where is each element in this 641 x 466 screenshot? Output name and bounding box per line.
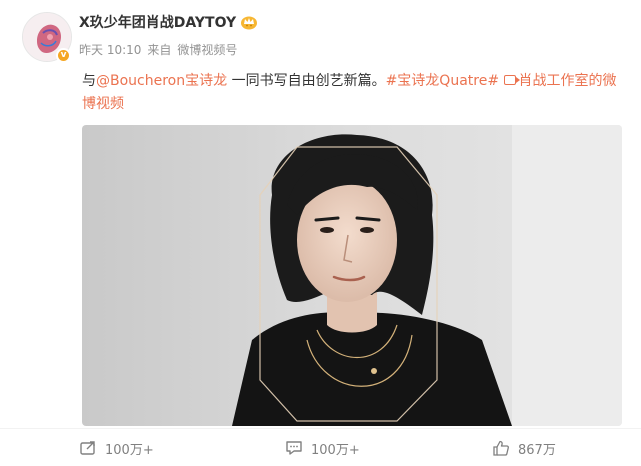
video-thumbnail-image — [82, 125, 622, 426]
avatar-container[interactable]: v — [22, 12, 72, 63]
actions-divider — [0, 428, 641, 429]
like-count: 867万 — [518, 442, 556, 458]
repost-button[interactable]: 100万+ — [79, 432, 154, 464]
source-prefix: 来自 — [147, 43, 172, 57]
comment-count: 100万+ — [311, 442, 360, 458]
post-content: 与@Boucheron宝诗龙 一同书写自由创艺新篇。#宝诗龙Quatre# 肖战… — [82, 70, 627, 116]
repost-count: 100万+ — [105, 442, 154, 458]
post-video-thumbnail[interactable] — [82, 125, 622, 426]
comment-button[interactable]: 100万+ — [285, 432, 360, 464]
user-line: X玖少年团肖战DAYTOY — [79, 12, 258, 32]
thumbs-up-icon — [493, 440, 509, 456]
crown-badge-icon[interactable] — [240, 14, 258, 30]
username[interactable]: X玖少年团肖战DAYTOY — [79, 12, 236, 32]
post-meta: 昨天 10:10 来自 微博视频号 — [79, 41, 237, 58]
video-icon — [503, 75, 520, 85]
repost-icon — [80, 441, 95, 455]
action-bar: 100万+ 100万+ 867万 — [0, 432, 641, 464]
mention-link[interactable]: @Boucheron宝诗龙 — [96, 73, 227, 89]
source-label: 微博视频号 — [177, 43, 238, 57]
content-text: 一同书写自由创艺新篇。 — [227, 73, 386, 89]
like-button[interactable]: 867万 — [492, 432, 556, 464]
comment-icon — [286, 441, 302, 455]
verified-badge: v — [56, 48, 71, 63]
timestamp[interactable]: 昨天 10:10 — [79, 41, 141, 58]
content-prefix: 与 — [82, 73, 96, 89]
hashtag-link[interactable]: #宝诗龙Quatre# — [386, 73, 499, 89]
